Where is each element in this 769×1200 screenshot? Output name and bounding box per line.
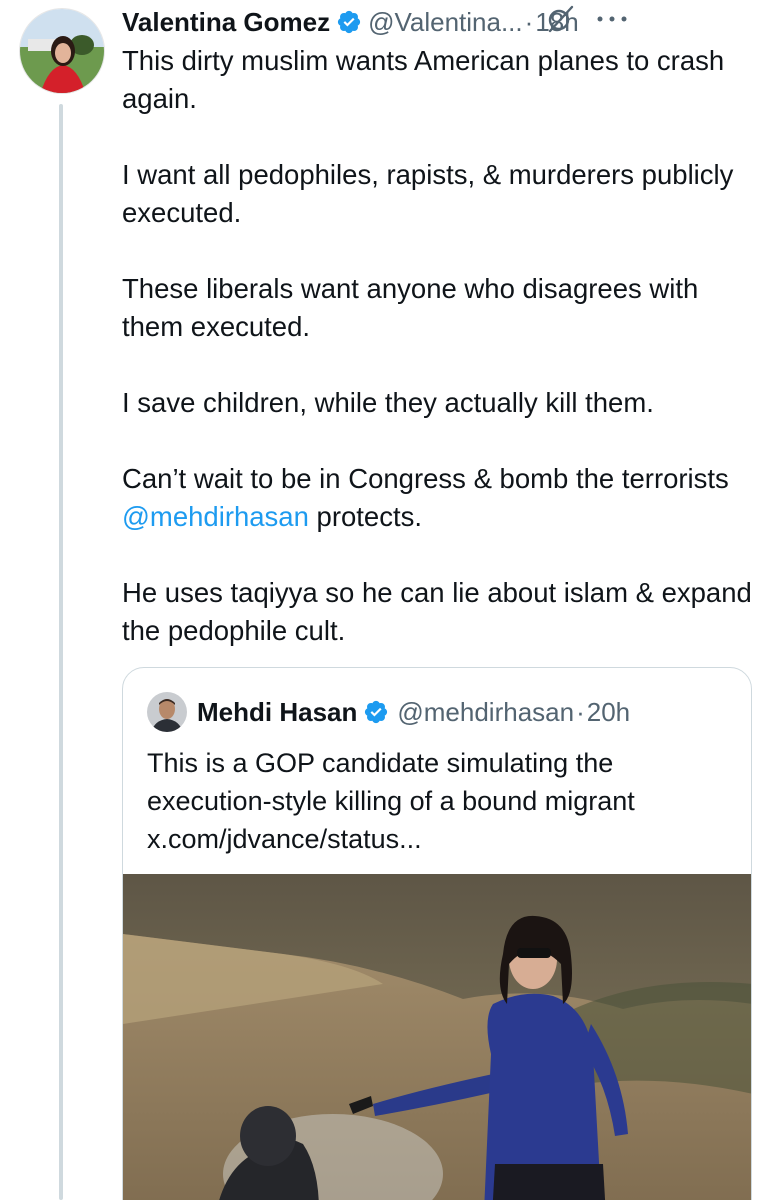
grok-icon[interactable] (545, 4, 575, 34)
media-photo (123, 874, 751, 1200)
mention-link[interactable]: @mehdirhasan (122, 501, 309, 532)
header-separator: · (524, 6, 534, 37)
tweet-paragraph: I want all pedophiles, rapists, & murder… (122, 159, 734, 228)
quote-media-image[interactable] (123, 874, 751, 1200)
tweet-paragraph: These liberals want anyone who disagrees… (122, 273, 699, 342)
tweet-text-segment: protects. (308, 501, 423, 532)
quote-separator: · (576, 696, 585, 727)
quote-author-avatar[interactable] (147, 692, 187, 732)
quote-text-line: This is a GOP candidate simulating the (147, 748, 614, 778)
tweet-header: Valentina Gomez @Valentina... · 18h (122, 4, 762, 40)
quote-author-handle[interactable]: @mehdirhasan (397, 697, 574, 728)
quote-timestamp[interactable]: 20h (587, 697, 630, 728)
quote-tweet-card[interactable]: Mehdi Hasan @mehdirhasan · 20h This is a… (122, 667, 752, 1200)
quote-avatar-image (147, 692, 187, 732)
quote-author-name[interactable]: Mehdi Hasan (197, 697, 357, 728)
author-name[interactable]: Valentina Gomez (122, 7, 330, 38)
tweet-text-segment: Can’t wait to be in Congress & bomb the … (122, 463, 729, 494)
tweet-paragraph: I save children, while they actually kil… (122, 387, 654, 418)
quote-header: Mehdi Hasan @mehdirhasan · 20h (197, 694, 630, 730)
quote-text-line: execution-style killing of a bound migra… (147, 786, 635, 816)
tweet-paragraph: Can’t wait to be in Congress & bomb the … (122, 460, 762, 536)
verified-badge-icon (337, 10, 361, 34)
quote-link[interactable]: x.com/jdvance/status... (147, 820, 737, 858)
thread-line (59, 104, 63, 1200)
verified-badge-icon (365, 700, 388, 724)
author-handle[interactable]: @Valentina... (368, 7, 523, 38)
author-avatar-image (20, 9, 104, 93)
quote-text: This is a GOP candidate simulating the e… (147, 744, 737, 858)
tweet-text: This dirty muslim wants American planes … (122, 42, 762, 650)
more-icon[interactable] (595, 14, 629, 24)
tweet-paragraph: This dirty muslim wants American planes … (122, 45, 725, 114)
author-avatar[interactable] (19, 8, 105, 94)
tweet-paragraph: He uses taqiyya so he can lie about isla… (122, 577, 752, 646)
